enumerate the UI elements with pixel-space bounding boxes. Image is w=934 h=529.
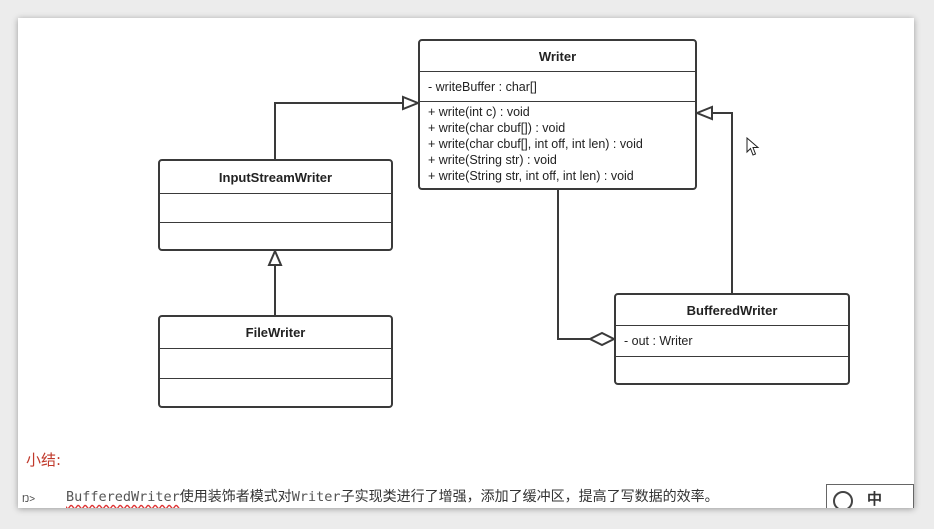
class-name: BufferedWriter <box>616 295 848 326</box>
attributes-section: - out : Writer <box>616 326 848 357</box>
hollow-triangle-arrowhead <box>402 95 421 111</box>
summary-text-part2: 子实现类进行了增强，添加了缓冲区，提高了写数据的效率。 <box>340 489 719 505</box>
attribute: - out : Writer <box>624 334 693 348</box>
class-filewriter[interactable]: FileWriter <box>158 315 393 408</box>
code-bufferedwriter: BufferedWriter <box>66 489 180 505</box>
operations-section: + write(int c) : void + write(char cbuf[… <box>420 102 695 184</box>
class-bufferedwriter[interactable]: BufferedWriter - out : Writer <box>614 293 850 385</box>
hollow-diamond-marker <box>587 331 617 347</box>
class-name: InputStreamWriter <box>160 161 391 194</box>
operation: + write(String str) : void <box>428 153 557 167</box>
attributes-section <box>160 349 391 379</box>
class-inputstreamwriter[interactable]: InputStreamWriter <box>158 159 393 251</box>
hollow-triangle-arrowhead <box>267 248 283 266</box>
code-writer: Writer <box>291 489 341 505</box>
summary-text: BufferedWriter使用装饰者模式对Writer子实现类进行了增强，添加… <box>66 486 719 506</box>
attributes-section: - writeBuffer : char[] <box>420 72 695 102</box>
operation: + write(char cbuf[], int off, int len) :… <box>428 137 643 151</box>
class-name: Writer <box>420 41 695 72</box>
ime-logo-icon <box>833 491 853 508</box>
hollow-triangle-arrowhead <box>694 105 713 121</box>
document-page: Writer - writeBuffer : char[] + write(in… <box>18 18 914 508</box>
ime-language-indicator[interactable]: 中 <box>867 488 882 508</box>
operation: + write(int c) : void <box>428 105 530 119</box>
edge-writer-aggregation-bufferedwriter <box>557 190 590 340</box>
attribute: - writeBuffer : char[] <box>428 80 537 94</box>
attributes-section <box>160 194 391 223</box>
mouse-pointer-icon <box>746 137 760 156</box>
summary-text-part1: 使用装饰者模式对 <box>179 489 292 505</box>
operation: + write(char cbuf[]) : void <box>428 121 566 135</box>
edge-inputstreamwriter-to-writer <box>274 102 403 159</box>
operation: + write(String str, int off, int len) : … <box>428 169 634 183</box>
class-name: FileWriter <box>160 317 391 349</box>
margin-marker-icon: Ŋ> <box>22 494 36 505</box>
edge-bufferedwriter-to-writer <box>712 112 733 293</box>
class-writer[interactable]: Writer - writeBuffer : char[] + write(in… <box>418 39 697 190</box>
summary-heading: 小结: <box>26 451 62 469</box>
input-method-toolbar[interactable]: 中 <box>826 484 914 508</box>
